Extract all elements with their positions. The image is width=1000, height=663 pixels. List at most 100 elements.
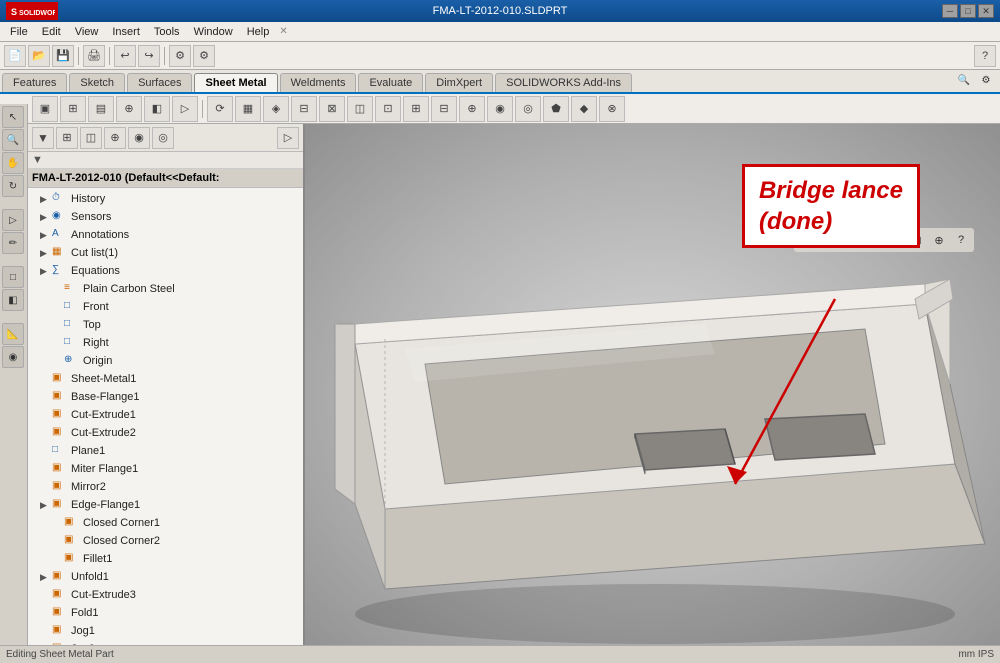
tree-item-plane1[interactable]: □ Plane1	[28, 442, 303, 460]
tree-item-material[interactable]: ≡ Plain Carbon Steel	[28, 280, 303, 298]
left-icon-display[interactable]: ◉	[2, 346, 24, 368]
tab-sketch[interactable]: Sketch	[69, 73, 125, 92]
left-icon-rotate[interactable]: ↻	[2, 175, 24, 197]
sm-tool-15[interactable]: ⊟	[431, 96, 457, 122]
left-icon-sketch[interactable]: ✏	[2, 232, 24, 254]
sm-tool-2[interactable]: ⊞	[60, 96, 86, 122]
settings-icon[interactable]: ⚙	[976, 70, 996, 90]
tree-item-jog1[interactable]: ▣ Jog1	[28, 622, 303, 640]
viewport[interactable]: Bridge lance (done) ↻ 🔍 ✋ □ ◈ ⊞ ⊕ ?	[305, 124, 1000, 663]
tree-item-equations[interactable]: ▶ ∑ Equations	[28, 262, 303, 280]
left-icon-pan[interactable]: ✋	[2, 152, 24, 174]
sm-tool-5[interactable]: ◧	[144, 96, 170, 122]
sm-tool-8[interactable]: ▦	[235, 96, 261, 122]
vp-help-icon[interactable]: ?	[951, 230, 971, 250]
options-button[interactable]: ⚙	[193, 45, 215, 67]
tree-item-front[interactable]: □ Front	[28, 298, 303, 316]
sm-tool-20[interactable]: ◆	[571, 96, 597, 122]
sm-tool-7[interactable]: ⟳	[207, 96, 233, 122]
tab-sheet-metal[interactable]: Sheet Metal	[194, 73, 277, 92]
tab-surfaces[interactable]: Surfaces	[127, 73, 192, 92]
sm-tool-6[interactable]: ▷	[172, 96, 198, 122]
tree-tab-2[interactable]: ◫	[80, 127, 102, 149]
menu-help[interactable]: Help	[241, 24, 276, 40]
sm-tool-10[interactable]: ⊟	[291, 96, 317, 122]
title-bar-controls[interactable]: ─ □ ✕	[942, 4, 994, 18]
closedcorner1-icon: ▣	[64, 516, 80, 530]
feature-tree[interactable]: ▶ ⏱ History ▶ ◉ Sensors ▶ A Annotations …	[28, 188, 303, 663]
menu-insert[interactable]: Insert	[106, 24, 146, 40]
tree-item-cut-extrude2[interactable]: ▣ Cut-Extrude2	[28, 424, 303, 442]
tree-item-history[interactable]: ▶ ⏱ History	[28, 190, 303, 208]
sm-tool-4[interactable]: ⊕	[116, 96, 142, 122]
tab-dimxpert[interactable]: DimXpert	[425, 73, 493, 92]
undo-button[interactable]: ↩	[114, 45, 136, 67]
sm-tool-14[interactable]: ⊞	[403, 96, 429, 122]
sm-tool-17[interactable]: ◉	[487, 96, 513, 122]
tree-item-baseflange1[interactable]: ▣ Base-Flange1	[28, 388, 303, 406]
tree-item-fold1[interactable]: ▣ Fold1	[28, 604, 303, 622]
vp-snap-icon[interactable]: ⊕	[929, 230, 949, 250]
sm-tool-12[interactable]: ◫	[347, 96, 373, 122]
redo-button[interactable]: ↪	[138, 45, 160, 67]
tree-item-cut-extrude3[interactable]: ▣ Cut-Extrude3	[28, 586, 303, 604]
sm-tool-19[interactable]: ⬟	[543, 96, 569, 122]
tree-filter-icon[interactable]: ▼	[32, 127, 54, 149]
tree-item-mirror2[interactable]: ▣ Mirror2	[28, 478, 303, 496]
tab-features[interactable]: Features	[2, 73, 67, 92]
tree-item-fillet1[interactable]: ▣ Fillet1	[28, 550, 303, 568]
rebuild-button[interactable]: ⚙	[169, 45, 191, 67]
tree-item-sheetmetal1[interactable]: ▣ Sheet-Metal1	[28, 370, 303, 388]
left-icon-zoom[interactable]: 🔍	[2, 129, 24, 151]
left-panel: ↖ 🔍 ✋ ↻ ▷ ✏ □ ◧ 📐 ◉ ▼ ⊞ ◫ ⊕ ◉ ◎ ▷ ▼	[0, 124, 305, 663]
search-icon[interactable]: 🔍	[954, 70, 974, 90]
menu-edit[interactable]: Edit	[36, 24, 67, 40]
tree-item-sensors[interactable]: ▶ ◉ Sensors	[28, 208, 303, 226]
tree-item-annotations[interactable]: ▶ A Annotations	[28, 226, 303, 244]
close-button[interactable]: ✕	[978, 4, 994, 18]
sm-tool-3[interactable]: ▤	[88, 96, 114, 122]
print-button[interactable]: 🖨	[83, 45, 105, 67]
left-icon-view2[interactable]: ◧	[2, 289, 24, 311]
help-button[interactable]: ?	[974, 45, 996, 67]
menu-window[interactable]: Window	[188, 24, 239, 40]
menu-view[interactable]: View	[69, 24, 105, 40]
tree-item-closed-corner1[interactable]: ▣ Closed Corner1	[28, 514, 303, 532]
sm-tool-1[interactable]: ▣	[32, 96, 58, 122]
sm-tool-21[interactable]: ⊗	[599, 96, 625, 122]
left-icon-measure[interactable]: 📐	[2, 323, 24, 345]
minimize-button[interactable]: ─	[942, 4, 958, 18]
tab-addins[interactable]: SOLIDWORKS Add-Ins	[495, 73, 632, 92]
sm-tool-11[interactable]: ⊠	[319, 96, 345, 122]
tab-evaluate[interactable]: Evaluate	[358, 73, 423, 92]
tree-item-right[interactable]: □ Right	[28, 334, 303, 352]
open-button[interactable]: 📂	[28, 45, 50, 67]
new-button[interactable]: 📄	[4, 45, 26, 67]
tree-tab-4[interactable]: ◉	[128, 127, 150, 149]
sm-tool-16[interactable]: ⊕	[459, 96, 485, 122]
menu-tools[interactable]: Tools	[148, 24, 186, 40]
tree-tab-5[interactable]: ◎	[152, 127, 174, 149]
left-icon-mouse[interactable]: ↖	[2, 124, 24, 128]
toolbar-sep-3	[164, 47, 165, 65]
tree-item-unfold1[interactable]: ▶ ▣ Unfold1	[28, 568, 303, 586]
tree-item-top[interactable]: □ Top	[28, 316, 303, 334]
tree-item-miter-flange1[interactable]: ▣ Miter Flange1	[28, 460, 303, 478]
tree-item-closed-corner2[interactable]: ▣ Closed Corner2	[28, 532, 303, 550]
tree-item-cut-extrude1[interactable]: ▣ Cut-Extrude1	[28, 406, 303, 424]
left-icon-select[interactable]: ▷	[2, 209, 24, 231]
tree-tab-3[interactable]: ⊕	[104, 127, 126, 149]
tree-item-edge-flange1[interactable]: ▶ ▣ Edge-Flange1	[28, 496, 303, 514]
tree-tab-1[interactable]: ⊞	[56, 127, 78, 149]
tab-weldments[interactable]: Weldments	[280, 73, 357, 92]
sm-tool-18[interactable]: ◎	[515, 96, 541, 122]
sm-tool-9[interactable]: ◈	[263, 96, 289, 122]
menu-file[interactable]: File	[4, 24, 34, 40]
tree-item-cutlist[interactable]: ▶ ▦ Cut list(1)	[28, 244, 303, 262]
tree-item-origin[interactable]: ⊕ Origin	[28, 352, 303, 370]
left-icon-view1[interactable]: □	[2, 266, 24, 288]
save-button[interactable]: 💾	[52, 45, 74, 67]
tree-expand-icon[interactable]: ▷	[277, 127, 299, 149]
maximize-button[interactable]: □	[960, 4, 976, 18]
sm-tool-13[interactable]: ⊡	[375, 96, 401, 122]
